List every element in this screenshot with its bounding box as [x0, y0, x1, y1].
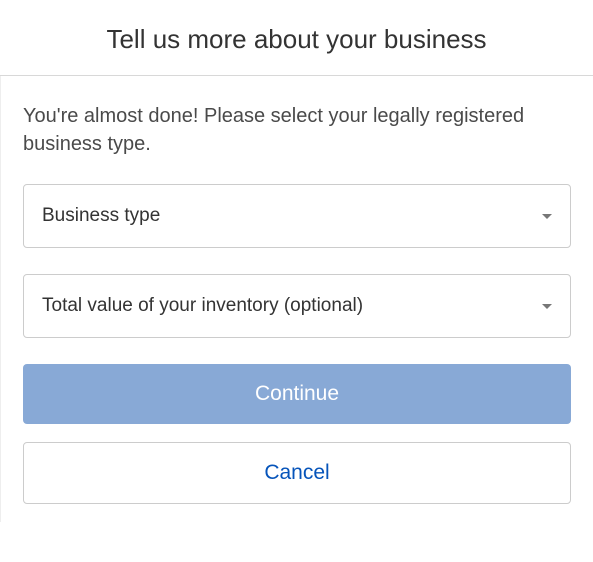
cancel-button[interactable]: Cancel: [23, 442, 571, 504]
inventory-value-label: Total value of your inventory (optional): [42, 295, 363, 317]
chevron-down-icon: [542, 304, 552, 309]
modal-header: Tell us more about your business: [0, 0, 593, 76]
continue-button[interactable]: Continue: [23, 364, 571, 424]
modal-body: You're almost done! Please select your l…: [0, 76, 593, 522]
business-type-dropdown[interactable]: Business type: [23, 184, 571, 248]
business-type-label: Business type: [42, 205, 160, 227]
chevron-down-icon: [542, 214, 552, 219]
intro-text: You're almost done! Please select your l…: [23, 102, 571, 158]
business-info-modal: Tell us more about your business You're …: [0, 0, 593, 522]
modal-title: Tell us more about your business: [20, 24, 573, 55]
inventory-value-dropdown[interactable]: Total value of your inventory (optional): [23, 274, 571, 338]
